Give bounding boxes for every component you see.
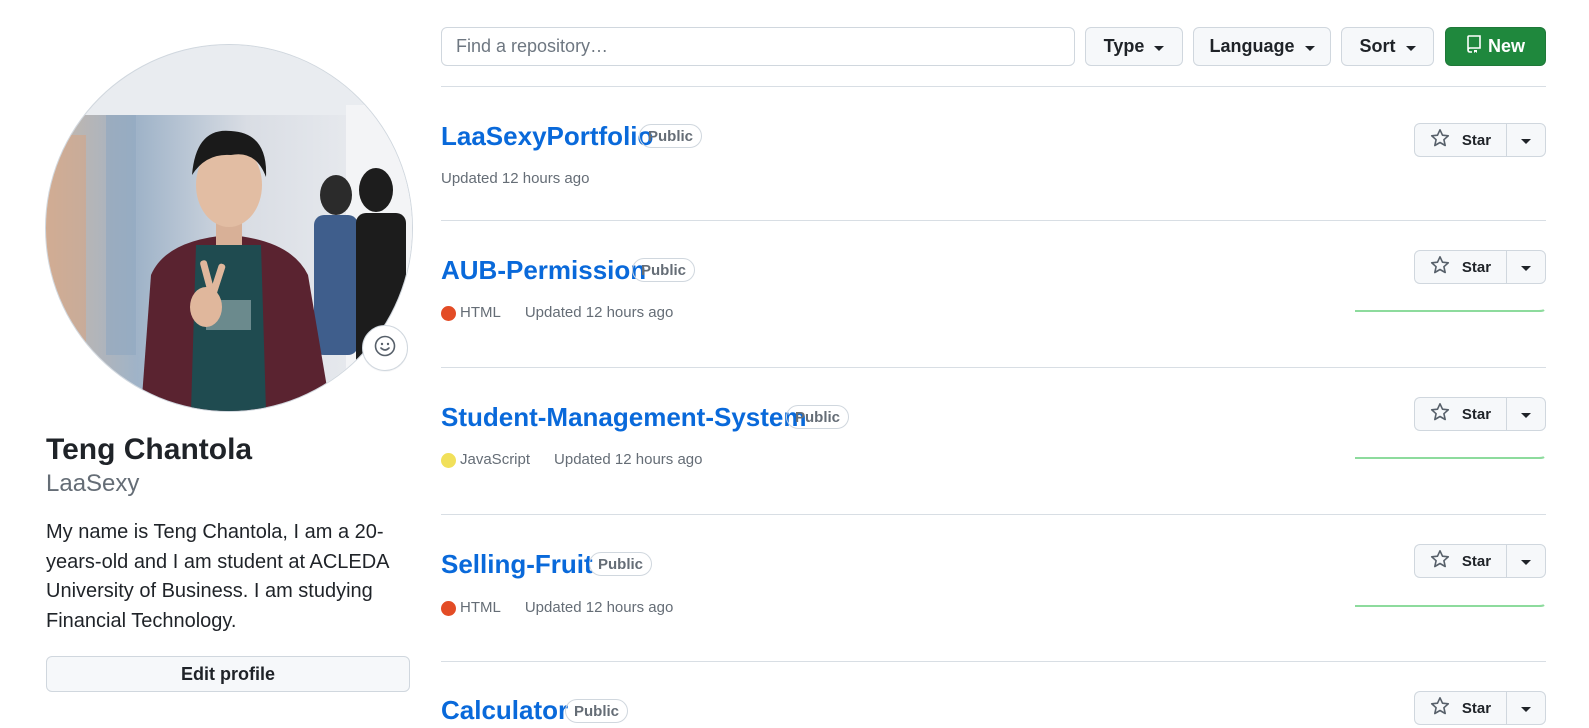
- star-label: Star: [1461, 131, 1492, 149]
- profile-username: LaaSexy: [46, 470, 140, 497]
- repo-link[interactable]: Student-Management-System: [441, 401, 807, 433]
- visibility-badge: Public: [639, 124, 703, 148]
- repo-language: JavaScript: [460, 451, 531, 468]
- star-icon: [1430, 696, 1450, 720]
- star-button[interactable]: Star: [1414, 250, 1506, 284]
- repo-updated: Updated 12 hours ago: [441, 170, 590, 187]
- repo-meta: HTML Updated 12 hours ago: [441, 598, 673, 618]
- star-list-dropdown[interactable]: [1506, 123, 1546, 157]
- star-list-dropdown[interactable]: [1506, 250, 1546, 284]
- list-divider: [441, 220, 1546, 221]
- avatar-photo: [46, 45, 412, 411]
- list-divider: [441, 661, 1546, 662]
- avatar-container: [46, 45, 412, 411]
- visibility-badge: Public: [565, 699, 629, 723]
- caret-down-icon: [1521, 413, 1531, 418]
- activity-sparkline: [1355, 604, 1545, 607]
- star-button[interactable]: Star: [1414, 397, 1506, 431]
- type-filter-button[interactable]: Type: [1085, 27, 1183, 66]
- star-button[interactable]: Star: [1414, 691, 1506, 725]
- language-color-dot: [441, 452, 456, 468]
- star-label: Star: [1461, 552, 1492, 570]
- repo-meta: JavaScript Updated 12 hours ago: [441, 450, 702, 470]
- caret-down-icon: [1154, 45, 1165, 51]
- star-button-group: Star: [1414, 123, 1546, 157]
- repo-link[interactable]: LaaSexyPortfolio: [441, 120, 653, 152]
- star-label: Star: [1461, 405, 1492, 423]
- star-list-dropdown[interactable]: [1506, 397, 1546, 431]
- profile-bio: My name is Teng Chantola, I am a 20-year…: [46, 521, 389, 632]
- sort-filter-button[interactable]: Sort: [1341, 27, 1434, 66]
- repo-language: HTML: [460, 304, 501, 321]
- list-divider: [441, 514, 1546, 515]
- edit-profile-button[interactable]: Edit profile: [46, 656, 410, 692]
- caret-down-icon: [1405, 45, 1416, 51]
- star-button[interactable]: Star: [1414, 123, 1506, 157]
- language-filter-button[interactable]: Language: [1193, 27, 1331, 66]
- set-status-button[interactable]: [362, 325, 408, 371]
- activity-sparkline: [1355, 456, 1545, 459]
- smiley-icon: [374, 335, 396, 362]
- star-list-dropdown[interactable]: [1506, 544, 1546, 578]
- language-color-dot: [441, 305, 456, 321]
- caret-down-icon: [1521, 560, 1531, 565]
- repo-updated: Updated 12 hours ago: [554, 451, 703, 468]
- caret-down-icon: [1521, 139, 1531, 144]
- repo-link[interactable]: Selling-Fruit: [441, 548, 593, 580]
- repo-icon: [1466, 35, 1482, 58]
- repo-meta: Updated 12 hours ago: [441, 169, 589, 189]
- caret-down-icon: [1521, 707, 1531, 712]
- caret-down-icon: [1521, 266, 1531, 271]
- star-icon: [1430, 549, 1450, 573]
- repo-updated: Updated 12 hours ago: [524, 304, 674, 321]
- caret-down-icon: [1304, 45, 1315, 51]
- repo-language: HTML: [460, 599, 501, 616]
- repo-link[interactable]: Calculator: [441, 694, 568, 726]
- visibility-badge: Public: [589, 552, 653, 576]
- repo-meta: HTML Updated 12 hours ago: [441, 303, 673, 323]
- star-list-dropdown[interactable]: [1506, 691, 1546, 725]
- type-filter-label: Type: [1103, 36, 1145, 56]
- repo-link[interactable]: AUB-Permission: [441, 254, 646, 286]
- language-color-dot: [441, 600, 456, 616]
- list-divider: [441, 367, 1546, 368]
- repository-search-input[interactable]: [441, 27, 1075, 66]
- star-icon: [1430, 128, 1450, 152]
- list-divider: [441, 86, 1546, 87]
- star-button-group: Star: [1414, 544, 1546, 578]
- star-button-group: Star: [1414, 397, 1546, 431]
- sort-filter-label: Sort: [1359, 36, 1396, 56]
- new-repository-button[interactable]: New: [1445, 27, 1546, 66]
- repo-updated: Updated 12 hours ago: [524, 599, 674, 616]
- star-label: Star: [1461, 258, 1492, 276]
- star-label: Star: [1461, 699, 1492, 717]
- star-button-group: Star: [1414, 691, 1546, 725]
- profile-full-name: Teng Chantola: [46, 433, 253, 466]
- avatar[interactable]: [46, 45, 412, 411]
- visibility-badge: Public: [632, 258, 696, 282]
- visibility-badge: Public: [786, 405, 850, 429]
- star-icon: [1430, 402, 1450, 426]
- star-button[interactable]: Star: [1414, 544, 1506, 578]
- activity-sparkline: [1355, 309, 1545, 312]
- new-repository-label: New: [1487, 36, 1525, 56]
- language-filter-label: Language: [1209, 36, 1295, 56]
- star-icon: [1430, 255, 1450, 279]
- star-button-group: Star: [1414, 250, 1546, 284]
